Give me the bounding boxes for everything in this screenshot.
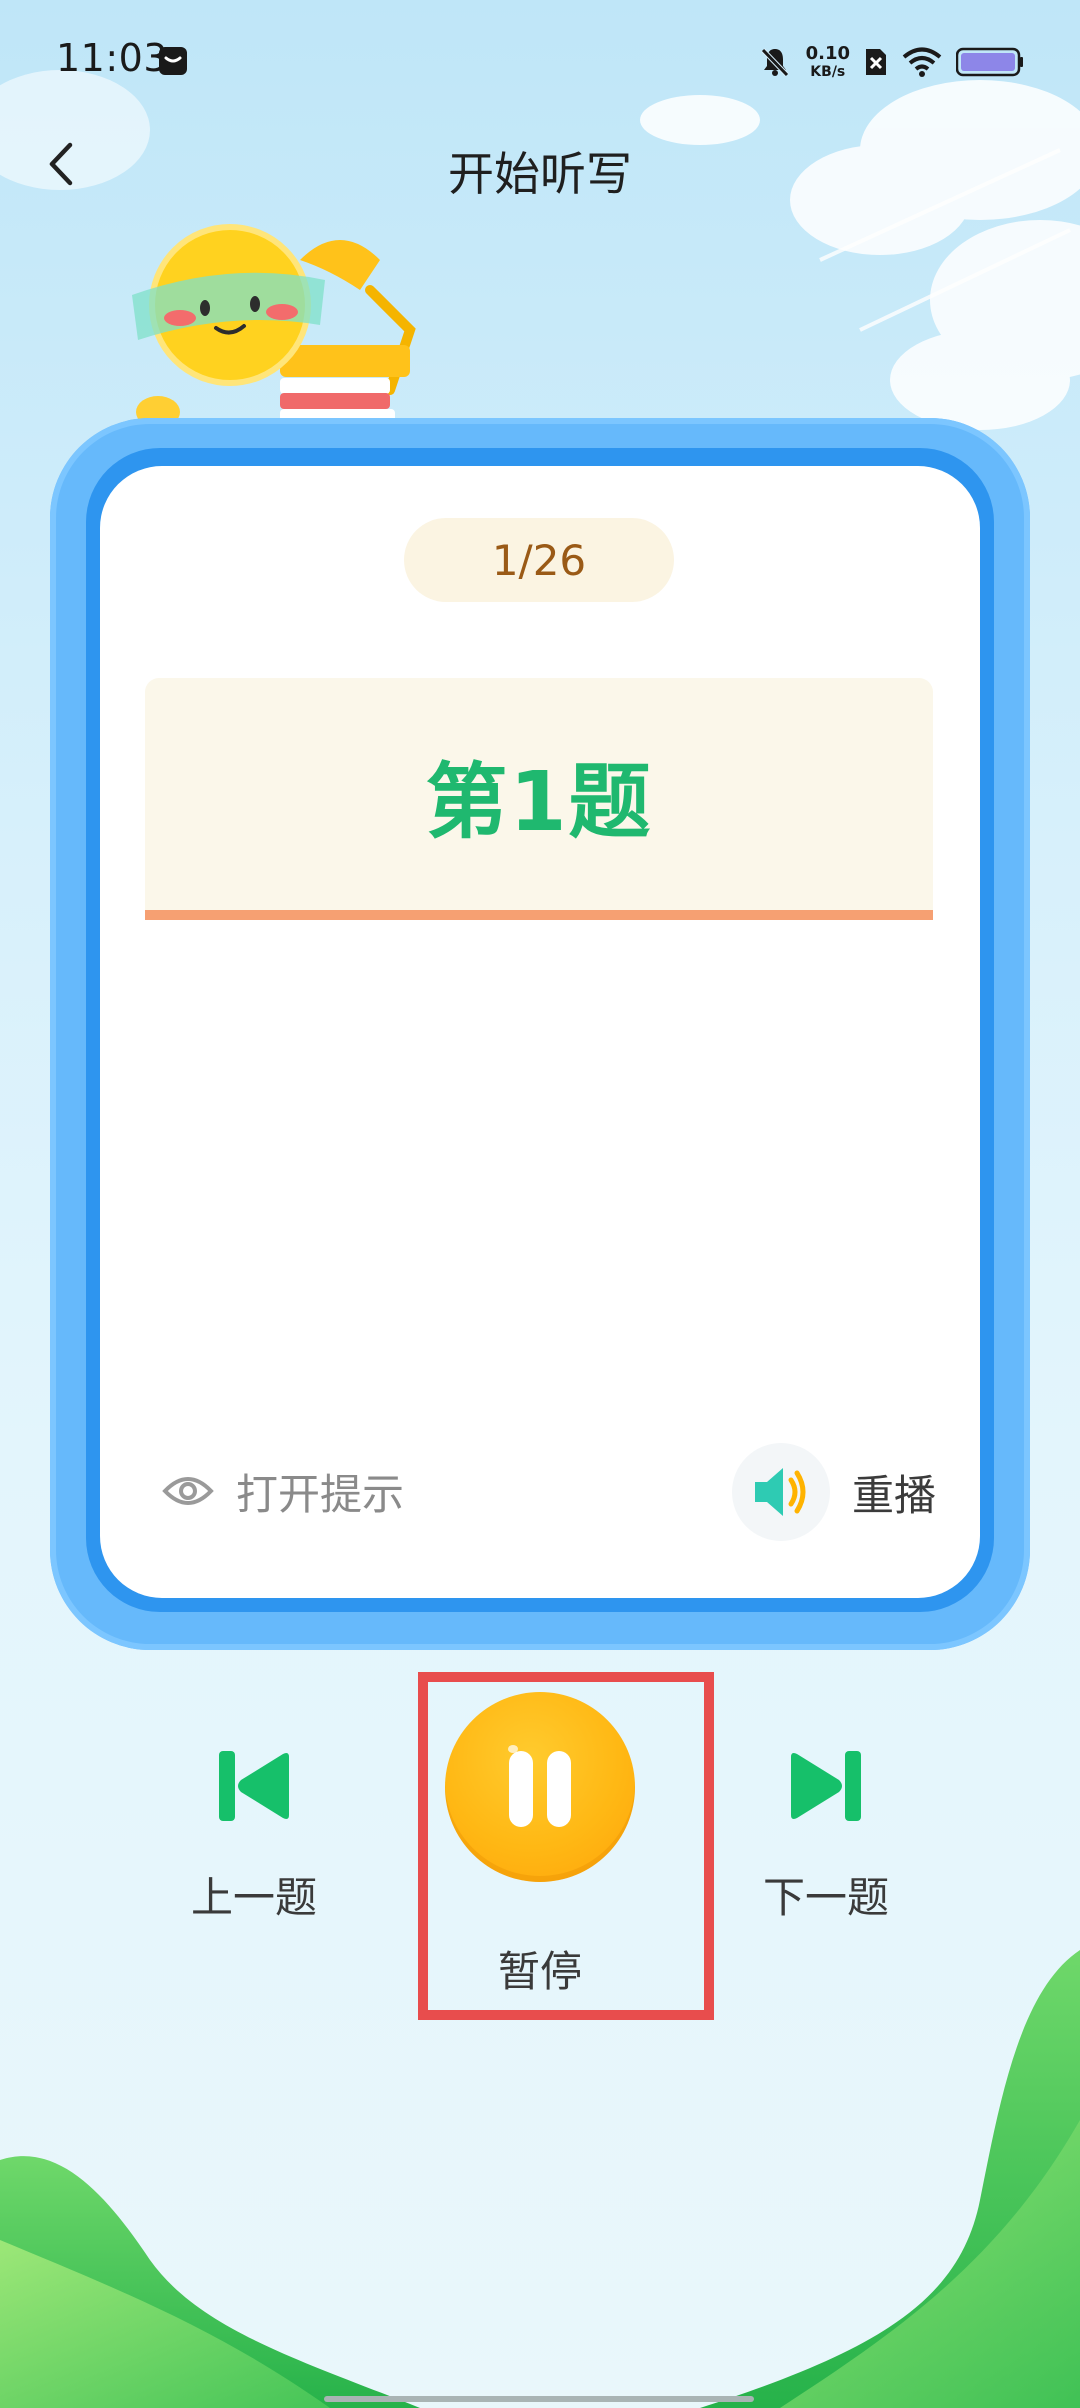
- pause-label: 暂停: [497, 1947, 582, 1996]
- network-speed-value: 0.10: [805, 43, 850, 64]
- pause-icon: [508, 1745, 571, 1827]
- no-sim-icon: [866, 49, 886, 75]
- mute-bell-icon: [760, 48, 789, 77]
- next-question-button[interactable]: 下一题: [746, 1744, 906, 1925]
- open-hint-button[interactable]: 打开提示: [162, 1456, 404, 1526]
- previous-question-label: 上一题: [190, 1873, 317, 1922]
- question-title: 第1题: [425, 754, 653, 850]
- dictation-card: [100, 466, 980, 1598]
- home-indicator[interactable]: [324, 2396, 754, 2402]
- open-hint-label: 打开提示: [236, 1469, 405, 1519]
- speaker-icon: [755, 1468, 806, 1516]
- pause-button-circle: [445, 1692, 635, 1882]
- mascot-illustration: [132, 224, 416, 440]
- replay-label: 重播: [852, 1470, 937, 1520]
- status-indicators: 0.10 KB/s: [758, 40, 1024, 84]
- wifi-icon: [902, 47, 942, 77]
- previous-question-button[interactable]: 上一题: [174, 1744, 334, 1925]
- skip-previous-icon: [212, 1744, 296, 1828]
- network-speed: 0.10 KB/s: [805, 43, 850, 80]
- battery-icon: [956, 47, 1023, 77]
- question-box: 第1题: [145, 678, 933, 920]
- eye-icon: [162, 1477, 214, 1505]
- skip-next-icon: [784, 1744, 868, 1828]
- replay-icon-container: [732, 1443, 830, 1541]
- page-title: 开始听写: [448, 147, 632, 201]
- status-bar: 11:03 0.10 KB/s: [0, 0, 1080, 120]
- status-time: 11:03: [56, 36, 169, 80]
- replay-button[interactable]: 重播: [732, 1442, 936, 1542]
- next-question-label: 下一题: [762, 1873, 889, 1922]
- header: 开始听写: [0, 120, 1080, 210]
- message-notification-icon: [159, 47, 187, 75]
- pause-button[interactable]: 暂停: [440, 1692, 640, 1999]
- progress-indicator: 1/26: [404, 518, 674, 602]
- network-speed-unit: KB/s: [810, 64, 846, 80]
